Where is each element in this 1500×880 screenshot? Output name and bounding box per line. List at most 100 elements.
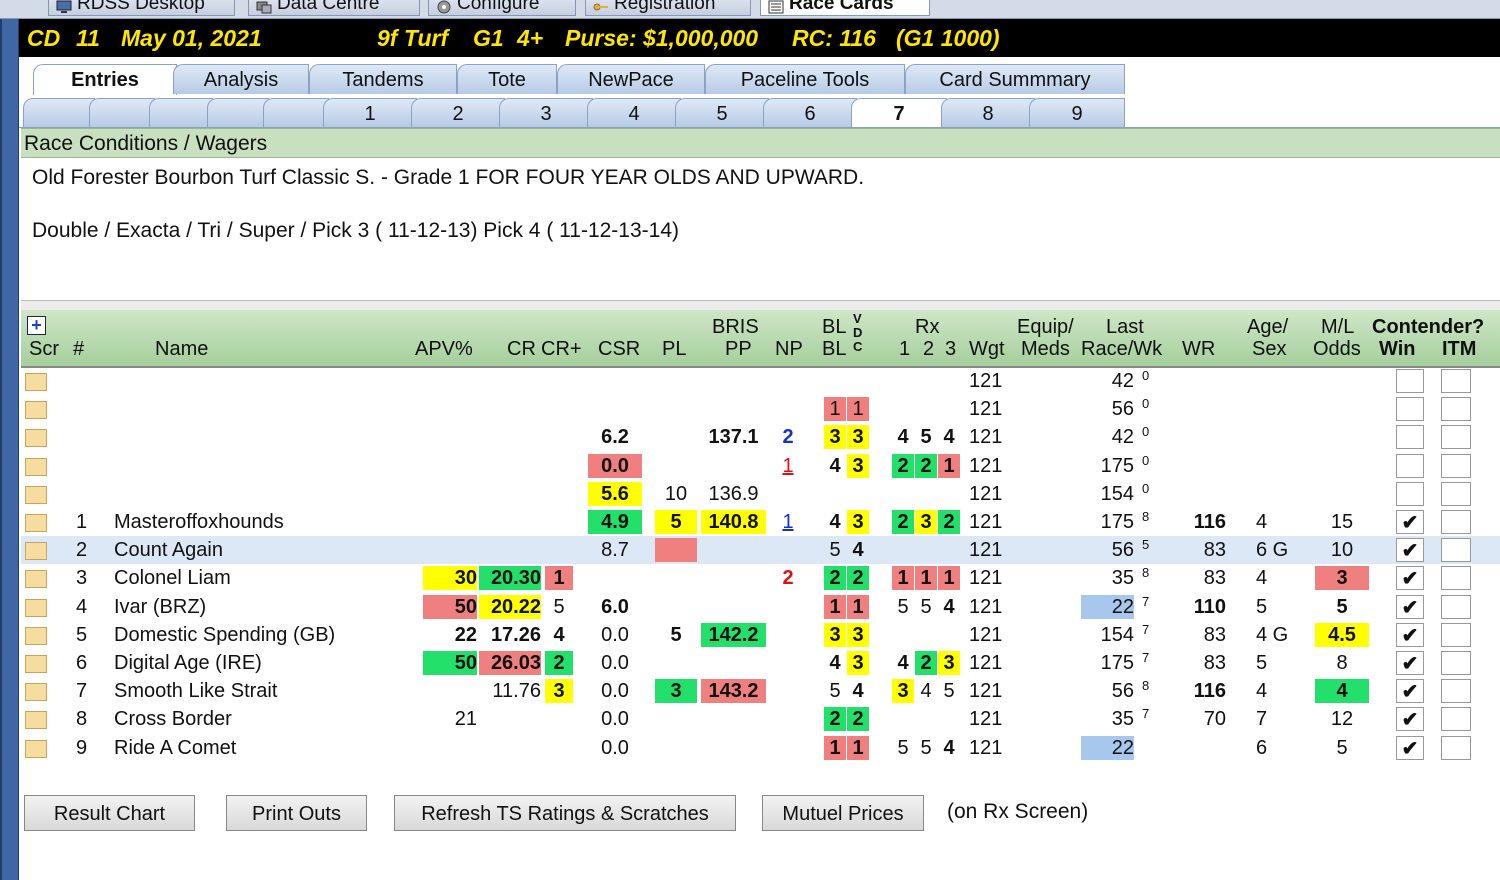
contender-win-checkbox[interactable] bbox=[1396, 397, 1424, 422]
top-tab-configure[interactable]: Configure bbox=[428, 0, 576, 16]
col-contender[interactable]: Contender? bbox=[1372, 316, 1484, 338]
mutuel-prices-button[interactable]: Mutuel Prices bbox=[762, 795, 924, 831]
folder-icon[interactable] bbox=[25, 711, 47, 730]
race-tab-1[interactable]: 1 bbox=[323, 98, 417, 127]
contender-itm-checkbox[interactable] bbox=[1441, 481, 1471, 506]
col-csr[interactable]: CSR bbox=[598, 338, 640, 360]
tab-tote[interactable]: Tote bbox=[457, 64, 557, 94]
table-row[interactable]: 3 Colonel Liam 30 20.30 1 2 2 2 1 1 1 121 35 8 83 4 3 ✔ bbox=[21, 564, 1500, 592]
race-tab-5[interactable]: 5 bbox=[675, 98, 769, 127]
col-cr-plus[interactable]: CR+ bbox=[541, 338, 582, 360]
race-tab-4[interactable]: 4 bbox=[587, 98, 681, 127]
contender-itm-checkbox[interactable] bbox=[1441, 707, 1471, 732]
col-age[interactable]: Age/ bbox=[1247, 316, 1288, 338]
contender-win-checkbox[interactable]: ✔ bbox=[1396, 594, 1424, 619]
race-tab-7[interactable]: 7 bbox=[851, 98, 947, 127]
col-ml[interactable]: M/L bbox=[1321, 316, 1354, 338]
contender-itm-checkbox[interactable] bbox=[1441, 510, 1471, 534]
table-row[interactable]: 121 42 0 bbox=[21, 367, 1500, 395]
top-tab-rdss-desktop[interactable]: RDSS Desktop bbox=[48, 0, 235, 16]
contender-win-checkbox[interactable] bbox=[1396, 425, 1424, 450]
folder-icon[interactable] bbox=[25, 542, 47, 561]
col-np[interactable]: NP bbox=[775, 338, 803, 360]
col-cr[interactable]: CR bbox=[507, 338, 536, 360]
contender-itm-checkbox[interactable] bbox=[1441, 622, 1471, 647]
col-pl[interactable]: PL bbox=[662, 338, 686, 360]
contender-itm-checkbox[interactable] bbox=[1441, 538, 1471, 563]
contender-itm-checkbox[interactable] bbox=[1441, 735, 1471, 760]
race-tab-2[interactable]: 2 bbox=[411, 98, 505, 127]
contender-win-checkbox[interactable]: ✔ bbox=[1396, 679, 1424, 704]
table-row[interactable]: 1 1 121 56 0 bbox=[21, 395, 1500, 423]
contender-win-checkbox[interactable] bbox=[1396, 453, 1424, 478]
table-row[interactable]: 5.6 10 136.9 121 154 0 bbox=[21, 480, 1500, 508]
top-tab-data-centre[interactable]: Data Centre bbox=[248, 0, 420, 16]
race-tab-blank-3[interactable] bbox=[149, 98, 213, 127]
top-tab-registration[interactable]: Registration bbox=[585, 0, 751, 16]
col-apv[interactable]: APV% bbox=[415, 338, 473, 360]
folder-icon[interactable] bbox=[25, 457, 47, 476]
contender-itm-checkbox[interactable] bbox=[1441, 651, 1471, 675]
result-chart-button[interactable]: Result Chart bbox=[24, 795, 195, 831]
folder-icon[interactable] bbox=[25, 683, 47, 702]
table-row[interactable]: 6.2 137.1 2 3 3 4 5 4 121 42 0 bbox=[21, 423, 1500, 451]
col-equip[interactable]: Equip/ bbox=[1017, 316, 1074, 338]
contender-itm-checkbox[interactable] bbox=[1441, 369, 1471, 393]
race-tab-blank-2[interactable] bbox=[89, 98, 155, 127]
folder-icon[interactable] bbox=[25, 655, 47, 673]
tab-analysis[interactable]: Analysis bbox=[173, 64, 309, 94]
folder-icon[interactable] bbox=[25, 514, 47, 532]
folder-icon[interactable] bbox=[25, 739, 47, 758]
tab-entries[interactable]: Entries bbox=[33, 64, 177, 96]
col-wr[interactable]: WR bbox=[1182, 338, 1215, 360]
tab-tandems[interactable]: Tandems bbox=[309, 64, 457, 94]
contender-win-checkbox[interactable]: ✔ bbox=[1396, 735, 1424, 760]
tab-card-summary[interactable]: Card Summmary bbox=[905, 64, 1125, 94]
race-tab-blank-1[interactable] bbox=[23, 98, 95, 127]
folder-icon[interactable] bbox=[25, 485, 47, 504]
table-row[interactable]: 6 Digital Age (IRE) 50 26.03 2 0.0 4 3 4 2 3 121 175… bbox=[21, 649, 1500, 677]
race-tab-8[interactable]: 8 bbox=[941, 98, 1035, 127]
table-row[interactable]: 7 Smooth Like Strait 11.76 3 0.0 3 143.2 5 4 3 4 5 1… bbox=[21, 677, 1500, 705]
race-tab-6[interactable]: 6 bbox=[763, 98, 857, 127]
col-bl-top[interactable]: BL bbox=[822, 316, 846, 338]
tab-paceline-tools[interactable]: Paceline Tools bbox=[705, 64, 905, 94]
table-row[interactable]: 1 Masteroffoxhounds 4.9 5 140.8 1 4 3 2 3 2 121 175 8… bbox=[21, 508, 1500, 536]
col-bris[interactable]: BRIS bbox=[712, 316, 759, 338]
contender-itm-checkbox[interactable] bbox=[1441, 594, 1471, 619]
col-wgt[interactable]: Wgt bbox=[969, 338, 1005, 360]
contender-win-checkbox[interactable] bbox=[1396, 369, 1424, 393]
table-row[interactable]: 4 Ivar (BRZ) 50 20.22 5 6.0 1 1 5 5 4 121 22 7 110 5 5 ✔ bbox=[21, 593, 1500, 621]
contender-win-checkbox[interactable] bbox=[1396, 481, 1424, 506]
folder-icon[interactable] bbox=[25, 626, 47, 645]
col-number[interactable]: # bbox=[73, 338, 84, 360]
table-row[interactable]: 8 Cross Border 21 0.0 2 2 121 35 7 70 7 12 ✔ bbox=[21, 705, 1500, 733]
folder-icon[interactable] bbox=[25, 373, 47, 391]
expand-plus-button[interactable]: + bbox=[27, 316, 46, 335]
folder-icon[interactable] bbox=[25, 401, 47, 420]
contender-itm-checkbox[interactable] bbox=[1441, 566, 1471, 591]
race-tab-blank-4[interactable] bbox=[207, 98, 269, 127]
refresh-ts-ratings-button[interactable]: Refresh TS Ratings & Scratches bbox=[394, 795, 736, 831]
folder-icon[interactable] bbox=[25, 598, 47, 617]
col-rx[interactable]: Rx bbox=[915, 316, 939, 338]
contender-win-checkbox[interactable]: ✔ bbox=[1396, 538, 1424, 563]
race-tab-9[interactable]: 9 bbox=[1029, 98, 1125, 127]
race-tab-blank-5[interactable] bbox=[263, 98, 329, 127]
contender-itm-checkbox[interactable] bbox=[1441, 425, 1471, 450]
contender-itm-checkbox[interactable] bbox=[1441, 679, 1471, 704]
tab-newpace[interactable]: NewPace bbox=[557, 64, 705, 94]
contender-itm-checkbox[interactable] bbox=[1441, 397, 1471, 422]
folder-icon[interactable] bbox=[25, 570, 47, 589]
table-row[interactable]: 9 Ride A Comet 0.0 1 1 5 5 4 121 22 6 5 ✔ bbox=[21, 734, 1500, 762]
contender-win-checkbox[interactable]: ✔ bbox=[1396, 622, 1424, 647]
col-last[interactable]: Last bbox=[1106, 316, 1144, 338]
table-row[interactable]: 0.0 1 4 3 2 2 1 121 175 0 bbox=[21, 452, 1500, 480]
print-outs-button[interactable]: Print Outs bbox=[226, 795, 367, 831]
table-row[interactable]: 2 Count Again 8.7 5 4 121 56 5 83 6 G 10 ✔ bbox=[21, 536, 1500, 565]
contender-win-checkbox[interactable]: ✔ bbox=[1396, 707, 1424, 732]
contender-itm-checkbox[interactable] bbox=[1441, 453, 1471, 478]
top-tab-race-cards[interactable]: Race Cards bbox=[760, 0, 930, 16]
col-name[interactable]: Name bbox=[155, 338, 208, 360]
folder-icon[interactable] bbox=[25, 429, 47, 448]
